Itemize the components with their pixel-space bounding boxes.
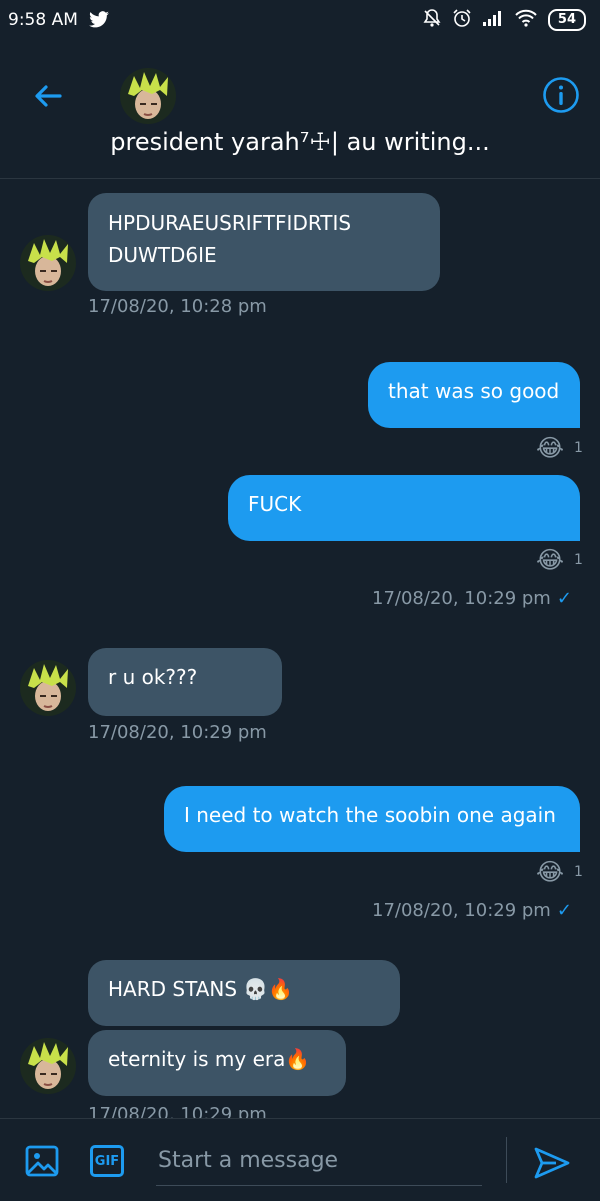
incoming-message[interactable]: HARD STANS 💀🔥 [88, 960, 400, 1026]
reaction-count: 1 [574, 552, 583, 568]
message-reaction[interactable]: 😂 1 [536, 858, 583, 886]
status-bar: 9:58 AM 54 [0, 0, 600, 44]
read-check-icon: ✓ [556, 588, 572, 609]
read-check-icon: ✓ [556, 900, 572, 921]
message-timestamp: 17/08/20, 10:28 pm [88, 296, 267, 317]
message-timestamp: 17/08/20, 10:29 pm [88, 1104, 267, 1118]
outgoing-message[interactable]: that was so good [368, 362, 580, 428]
status-time: 9:58 AM [8, 10, 78, 30]
image-button[interactable] [24, 1143, 60, 1179]
message-timestamp: 17/08/20, 10:29 pm ✓ [372, 588, 572, 609]
incoming-message[interactable]: HPDURAEUSRIFTFIDRTIS DUWTD6IE [88, 193, 440, 291]
incoming-message[interactable]: eternity is my era🔥 [88, 1030, 346, 1096]
message-text-line: DUWTD6IE [108, 243, 217, 267]
outgoing-message[interactable]: I need to watch the soobin one again [164, 786, 580, 852]
conversation-header: president yarah⁷☩| au writing... [0, 44, 600, 179]
timestamp-text: 17/08/20, 10:29 pm [372, 900, 551, 921]
laughing-emoji-icon: 😂 [536, 858, 565, 886]
laughing-emoji-icon: 😂 [536, 546, 565, 574]
send-icon [534, 1147, 570, 1179]
info-icon [543, 77, 579, 113]
image-icon [25, 1145, 59, 1177]
mute-bell-icon [422, 8, 442, 32]
reaction-count: 1 [574, 864, 583, 880]
back-button[interactable] [30, 78, 66, 114]
back-arrow-icon [35, 85, 62, 107]
send-button[interactable] [532, 1143, 572, 1183]
gif-button[interactable]: GIF [90, 1145, 124, 1177]
laughing-emoji-icon: 😂 [536, 434, 565, 462]
wifi-icon [514, 9, 538, 31]
timestamp-text: 17/08/20, 10:29 pm [372, 588, 551, 609]
conversation-title[interactable]: president yarah⁷☩| au writing... [0, 128, 600, 156]
signal-icon [482, 9, 504, 31]
composer-divider [506, 1137, 507, 1183]
avatar[interactable] [20, 660, 76, 716]
incoming-message[interactable]: r u ok??? [88, 648, 282, 716]
message-timestamp: 17/08/20, 10:29 pm ✓ [372, 900, 572, 921]
avatar[interactable] [20, 235, 76, 291]
message-list[interactable]: HPDURAEUSRIFTFIDRTIS DUWTD6IE 17/08/20, … [0, 178, 600, 1118]
battery-icon: 54 [547, 9, 586, 31]
message-reaction[interactable]: 😂 1 [536, 546, 583, 574]
message-composer: GIF [0, 1118, 600, 1201]
info-button[interactable] [542, 76, 580, 114]
status-icons: 54 [422, 8, 586, 32]
header-avatar[interactable] [120, 68, 176, 124]
message-input[interactable] [156, 1135, 482, 1186]
avatar[interactable] [20, 1038, 76, 1094]
twitter-bird-icon [88, 11, 110, 33]
alarm-icon [452, 8, 472, 32]
message-reaction[interactable]: 😂 1 [536, 434, 583, 462]
message-timestamp: 17/08/20, 10:29 pm [88, 722, 267, 743]
message-text-line: HPDURAEUSRIFTFIDRTIS [108, 211, 352, 235]
reaction-count: 1 [574, 440, 583, 456]
outgoing-message[interactable]: FUCK [228, 475, 580, 541]
